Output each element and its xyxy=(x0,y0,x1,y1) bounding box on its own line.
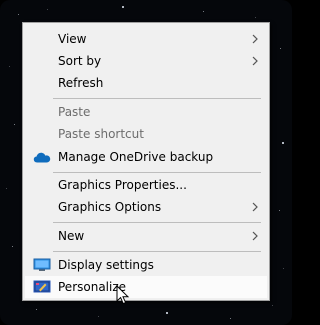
menu-item-paste: Paste xyxy=(25,101,267,123)
menu-separator xyxy=(53,251,261,252)
menu-item-label: Display settings xyxy=(58,258,154,272)
personalize-icon xyxy=(33,280,51,293)
mouse-pointer-icon xyxy=(116,285,130,305)
menu-item-new[interactable]: New xyxy=(25,225,267,247)
cloud-icon xyxy=(33,152,51,163)
menu-item-paste-shortcut: Paste shortcut xyxy=(25,123,267,145)
menu-item-sort-by[interactable]: Sort by xyxy=(25,50,267,72)
menu-separator xyxy=(53,222,261,223)
menu-item-label: Manage OneDrive backup xyxy=(58,150,214,164)
menu-item-label: Graphics Properties... xyxy=(58,178,187,192)
menu-item-label: New xyxy=(58,229,85,243)
menu-item-label: Paste shortcut xyxy=(58,127,144,141)
menu-item-graphics-properties[interactable]: Graphics Properties... xyxy=(25,174,267,196)
menu-item-label: Paste xyxy=(58,105,91,119)
desktop-context-menu: View Sort by Refresh Paste Paste shortcu… xyxy=(22,22,270,301)
menu-item-refresh[interactable]: Refresh xyxy=(25,72,267,94)
menu-item-label: Graphics Options xyxy=(58,200,162,214)
chevron-right-icon xyxy=(252,231,258,241)
monitor-icon xyxy=(33,258,51,271)
menu-item-manage-onedrive-backup[interactable]: Manage OneDrive backup xyxy=(25,146,267,168)
chevron-right-icon xyxy=(252,56,258,66)
menu-item-graphics-options[interactable]: Graphics Options xyxy=(25,196,267,218)
menu-item-personalize[interactable]: Personalize xyxy=(25,276,267,298)
menu-item-display-settings[interactable]: Display settings xyxy=(25,254,267,276)
chevron-right-icon xyxy=(252,34,258,44)
menu-separator xyxy=(53,172,261,173)
menu-item-label: View xyxy=(58,32,87,46)
menu-item-label: Sort by xyxy=(58,54,102,68)
menu-item-view[interactable]: View xyxy=(25,28,267,50)
menu-item-label: Refresh xyxy=(58,76,104,90)
chevron-right-icon xyxy=(252,202,258,212)
menu-separator xyxy=(53,98,261,99)
